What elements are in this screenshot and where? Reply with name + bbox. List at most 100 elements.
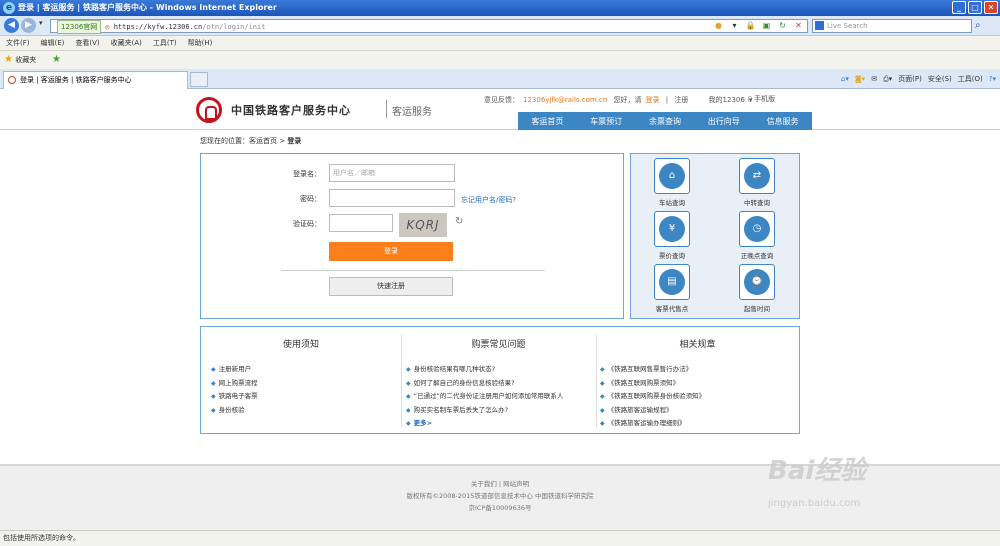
window-title: 登录 | 客运服务 | 铁路客户服务中心 - Windows Internet … — [18, 3, 277, 12]
feedback-email-link[interactable]: 12306yjfk@rails.com.cn — [523, 96, 607, 104]
maximize-button[interactable]: □ — [968, 1, 982, 14]
password-input[interactable] — [329, 189, 455, 207]
menu-file[interactable]: 文件(F) — [6, 36, 30, 50]
dropdown-icon[interactable]: ▾ — [728, 19, 741, 32]
password-label: 密码： — [300, 195, 321, 203]
tab-login[interactable]: 登录 | 客运服务 | 铁路客户服务中心 — [3, 71, 188, 89]
header-login-link[interactable]: 登录 — [646, 96, 660, 104]
faq-item[interactable]: 如何了解自己的身份信息核验结果? — [406, 377, 596, 391]
address-toolbar: ◀ ▶ ▾ 12306官网 ◎ https://kyfw.12306.cn/otn… — [0, 16, 1000, 36]
minimize-button[interactable]: _ — [952, 1, 966, 14]
greeting: 您好，请 — [613, 96, 642, 104]
tools-menu[interactable]: 工具(O) — [958, 72, 983, 86]
notice-item[interactable]: 网上购票流程 — [211, 377, 401, 391]
clock-icon: ◷ — [744, 216, 770, 242]
breadcrumb-prefix: 您现在的位置： — [200, 137, 249, 145]
username-input[interactable]: 用户名／邮箱 — [329, 164, 455, 182]
notice-item[interactable]: 铁路电子客票 — [211, 390, 401, 404]
refresh-icon[interactable]: ↻ — [776, 19, 789, 32]
faq-column: 购票常见问题 身份核验结果有哪几种状态? 如何了解自己的身份信息核验结果? “已… — [401, 327, 596, 433]
mobile-link[interactable]: ▯ 手机版 — [748, 94, 775, 104]
faq-more-link[interactable]: 更多> — [406, 417, 596, 431]
captcha-image[interactable]: KQRJ — [399, 213, 447, 237]
feeds-icon[interactable]: ◙▾ — [855, 72, 865, 86]
menu-tools[interactable]: 工具(T) — [153, 36, 177, 50]
watermark-logo: Bai经验 — [768, 456, 867, 486]
help-icon[interactable]: ?▾ — [989, 72, 996, 86]
menu-favorites[interactable]: 收藏夹(A) — [111, 36, 142, 50]
site-header: 中国铁路客户服务中心 客运服务 意见反馈： 12306yjfk@rails.com… — [0, 90, 1000, 130]
tab-row: 登录 | 客运服务 | 铁路客户服务中心 ⌂▾ ◙▾ ✉ ⎙▾ 页面(P) 安全… — [0, 69, 1000, 89]
history-dropdown-icon[interactable]: ▾ — [39, 19, 43, 27]
nav-booking[interactable]: 车票预订 — [590, 116, 622, 127]
service-punctuality[interactable]: ◷ 正晚点查询 — [727, 211, 787, 260]
favorites-star-icon[interactable]: ★ — [4, 54, 13, 65]
rules-item[interactable]: 《铁路互联网购票须知》 — [600, 377, 799, 391]
faq-item[interactable]: “已通过”的二代身份证注册用户如何添加常用联系人 — [406, 390, 596, 404]
search-placeholder: Live Search — [827, 22, 868, 30]
menu-help[interactable]: 帮助(H) — [188, 36, 213, 50]
stop-icon[interactable]: ✕ — [792, 19, 805, 32]
close-window-button[interactable]: ✕ — [984, 1, 998, 14]
faq-item[interactable]: 购买实名制车票后丢失了怎么办? — [406, 404, 596, 418]
service-fare[interactable]: ¥ 票价查询 — [642, 211, 702, 260]
refresh-captcha-icon[interactable]: ↻ — [455, 216, 463, 227]
menu-bar: 文件(F) 编辑(E) 查看(V) 收藏夹(A) 工具(T) 帮助(H) — [0, 36, 1000, 51]
service-station[interactable]: ⌂ 车站查询 — [642, 158, 702, 207]
ticket-agency-icon: ▤ — [659, 269, 685, 295]
form-divider — [281, 270, 545, 271]
mobile-label: 手机版 — [754, 95, 776, 103]
notice-item[interactable]: 注册新用户 — [211, 363, 401, 377]
my12306-link[interactable]: 我的12306 — [709, 96, 745, 104]
add-favorite-icon[interactable]: ★ — [52, 51, 61, 69]
menu-view[interactable]: 查看(V) — [75, 36, 99, 50]
username-label: 登录名： — [293, 170, 321, 178]
nav-travel-guide[interactable]: 出行向导 — [708, 116, 740, 127]
mail-icon[interactable]: ✉ — [871, 72, 877, 86]
breadcrumb-home[interactable]: 客运首页 — [249, 137, 277, 145]
tab-title: 登录 | 客运服务 | 铁路客户服务中心 — [20, 76, 132, 84]
home-icon[interactable]: ⌂▾ — [841, 72, 849, 86]
compat-icon[interactable]: ▣ — [760, 19, 773, 32]
info-panel: 使用须知 注册新用户 网上购票流程 铁路电子客票 身份核验 购票常见问题 身份核… — [200, 326, 800, 434]
lock-icon[interactable]: 🔒 — [744, 19, 757, 32]
login-button[interactable]: 登录 — [329, 242, 453, 261]
nav-home[interactable]: 客运首页 — [531, 116, 563, 127]
favorites-button[interactable]: 收藏夹 — [15, 56, 36, 64]
rules-title: 相关规章 — [679, 340, 716, 350]
forgot-password-link[interactable]: 忘记用户名/密码? — [461, 195, 516, 205]
service-sale-time[interactable]: ⌚ 起售时间 — [727, 264, 787, 313]
service-transfer-label: 中转查询 — [744, 199, 770, 207]
feedback-label: 意见反馈： — [484, 96, 519, 104]
nav-ticket-query[interactable]: 余票查询 — [649, 116, 681, 127]
print-icon[interactable]: ⎙▾ — [883, 72, 892, 86]
new-tab-button[interactable] — [190, 72, 208, 87]
quick-register-button[interactable]: 快速注册 — [329, 277, 453, 296]
back-button[interactable]: ◀ — [4, 18, 19, 33]
nav-info-service[interactable]: 信息服务 — [767, 116, 799, 127]
rules-item[interactable]: 《铁路旅客运输办理细则》 — [600, 417, 799, 431]
service-agency[interactable]: ▤ 客票代售点 — [642, 264, 702, 313]
menu-edit[interactable]: 编辑(E) — [41, 36, 65, 50]
rules-item[interactable]: 《铁路旅客运输规程》 — [600, 404, 799, 418]
rules-item[interactable]: 《铁路互联网购票身份核验须知》 — [600, 390, 799, 404]
notice-item[interactable]: 身份核验 — [211, 404, 401, 418]
forward-button[interactable]: ▶ — [21, 18, 36, 33]
faq-title: 购票常见问题 — [471, 340, 526, 350]
safety-menu[interactable]: 安全(S) — [928, 72, 952, 86]
search-input[interactable]: Live Search — [812, 19, 972, 33]
captcha-input[interactable] — [329, 214, 393, 232]
page-menu[interactable]: 页面(P) — [898, 72, 922, 86]
rules-item[interactable]: 《铁路互联网售票暂行办法》 — [600, 363, 799, 377]
faq-item[interactable]: 身份核验结果有哪几种状态? — [406, 363, 596, 377]
fare-icon: ¥ — [659, 216, 685, 242]
ie-logo-icon: e — [3, 2, 15, 14]
service-station-label: 车站查询 — [659, 199, 685, 207]
header-register-link[interactable]: 注册 — [674, 96, 688, 104]
address-bar[interactable]: 12306官网 ◎ https://kyfw.12306.cn/otn/login… — [50, 19, 808, 34]
search-go-icon[interactable]: ⌕ — [975, 19, 989, 33]
certificate-icon[interactable]: ● — [712, 19, 725, 32]
login-form: 登录名： 用户名／邮箱 密码： 忘记用户名/密码? 验证码： KQRJ ↻ 登录… — [200, 153, 624, 319]
service-transfer[interactable]: ⇄ 中转查询 — [727, 158, 787, 207]
breadcrumb-separator: > — [279, 137, 286, 145]
